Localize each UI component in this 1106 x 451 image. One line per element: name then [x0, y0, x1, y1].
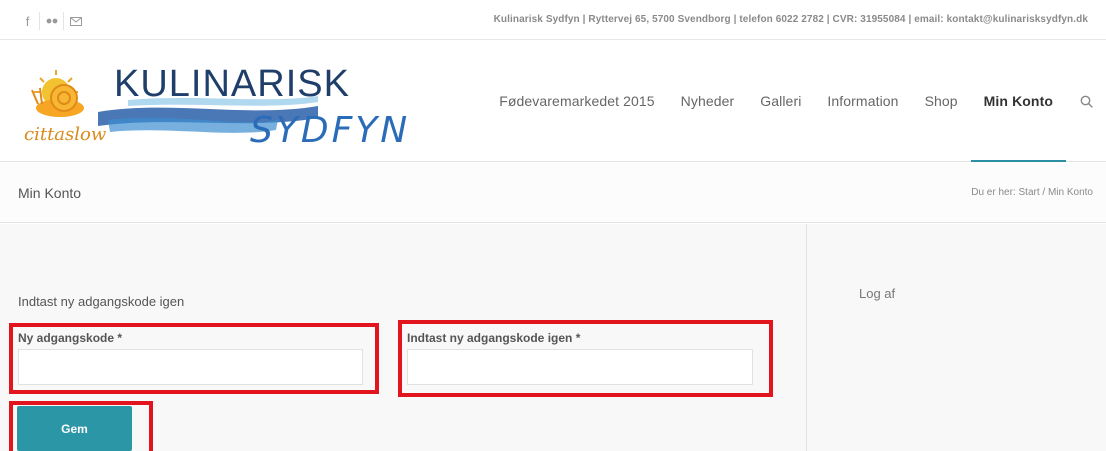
highlight-new-password	[9, 323, 379, 394]
nav-item-nyheder[interactable]: Nyheder	[668, 40, 748, 162]
highlight-confirm-password	[398, 320, 773, 397]
flickr-icon[interactable]	[40, 12, 64, 30]
nav-item-shop[interactable]: Shop	[912, 40, 971, 162]
svg-text:KULINARISK: KULINARISK	[114, 63, 350, 105]
contact-info: Kulinarisk Sydfyn | Ryttervej 65, 5700 S…	[493, 14, 1088, 25]
breadcrumb-current: Min Konto	[1047, 187, 1093, 198]
svg-text:SYDFYN: SYDFYN	[250, 110, 410, 150]
nav-item-information[interactable]: Information	[814, 40, 911, 162]
breadcrumb-prefix: Du er her:	[971, 187, 1016, 198]
social-links: f	[16, 12, 88, 30]
logout-link[interactable]: Log af	[859, 286, 895, 301]
site-header: cittaslow KULINARISK SYDFYN Fødevaremark…	[0, 40, 1106, 162]
site-logo[interactable]: cittaslow KULINARISK SYDFYN	[18, 60, 418, 151]
svg-text:cittaslow: cittaslow	[24, 124, 107, 145]
breadcrumb-home-link[interactable]: Start	[1019, 187, 1040, 198]
top-bar: f Kulinarisk Sydfyn | Ryttervej 65, 5700…	[0, 0, 1106, 40]
search-icon[interactable]	[1066, 40, 1106, 162]
breadcrumb: Du er her: Start / Min Konto	[971, 187, 1093, 198]
page-title: Min Konto	[18, 185, 82, 201]
highlight-save-button	[9, 401, 153, 451]
nav-item-min-konto[interactable]: Min Konto	[970, 40, 1067, 162]
form-heading: Indtast ny adgangskode igen	[18, 294, 185, 309]
nav-item-galleri[interactable]: Galleri	[747, 40, 814, 162]
main-nav: Fødevaremarkedet 2015 Nyheder Galleri In…	[486, 40, 1106, 162]
mail-icon[interactable]	[64, 12, 88, 30]
sidebar: Log af	[806, 224, 1106, 451]
title-bar: Min Konto Du er her: Start / Min Konto	[0, 163, 1106, 223]
breadcrumb-separator: /	[1042, 187, 1046, 198]
facebook-icon[interactable]: f	[16, 12, 40, 30]
snail-icon	[31, 84, 84, 117]
nav-item-foedevaremarkedet[interactable]: Fødevaremarkedet 2015	[486, 40, 667, 162]
